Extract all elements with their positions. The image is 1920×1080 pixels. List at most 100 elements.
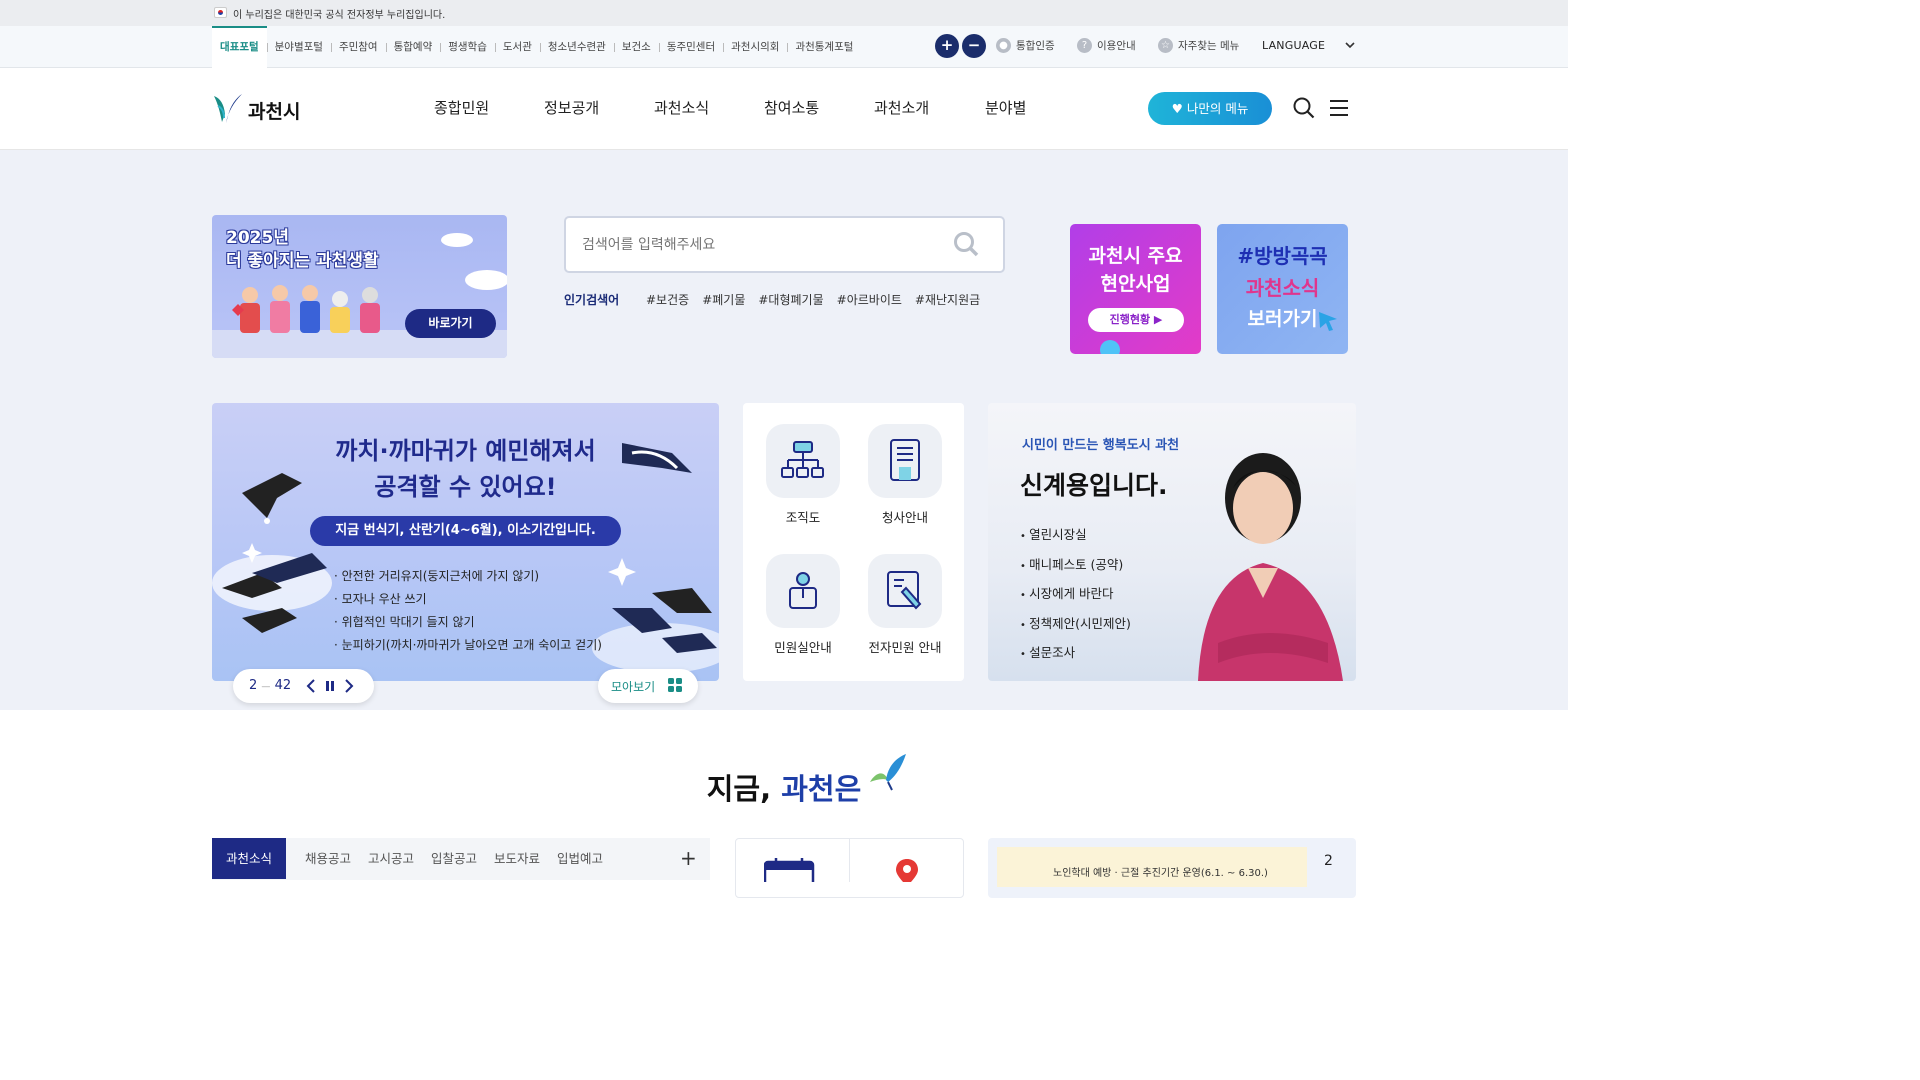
guide-label: 이용안내 — [1097, 40, 1136, 52]
mayor-photo — [1198, 453, 1343, 681]
quick-menu-epetition-label: 전자민원 안내 — [868, 640, 942, 655]
next-slide-icon[interactable] — [344, 678, 354, 694]
popular-tag[interactable]: #폐기물 — [702, 291, 745, 308]
logo-text[interactable]: 과천시 — [248, 97, 300, 124]
mayor-name: 신계용입니다. — [1020, 471, 1168, 500]
location-pin-icon[interactable] — [894, 858, 920, 882]
gnb-information[interactable]: 정보공개 — [544, 97, 599, 118]
question-icon: ? — [1077, 38, 1092, 53]
butterfly-logo-icon — [870, 754, 906, 791]
mayor-link[interactable]: 열린시장실 — [1020, 521, 1131, 551]
auth-label: 통합인증 — [1016, 40, 1055, 52]
tab-notice[interactable]: 고시공고 — [368, 838, 414, 879]
tip-item: 눈피하기(까치·까마귀가 날아오면 고개 숙이고 걷기) — [334, 634, 602, 657]
slide-total: 42 — [274, 678, 292, 693]
main-banner-subtitle: 지금 번식기, 산란기(4~6월), 이소기간입니다. — [310, 516, 621, 546]
portal-link-library[interactable]: 도서관 — [494, 26, 540, 68]
favorite-menu-label: 자주찾는 메뉴 — [1178, 40, 1240, 52]
decorative-circle — [1100, 340, 1120, 354]
portal-link-reservation[interactable]: 통합예약 — [385, 26, 441, 68]
portal-link-field[interactable]: 분야별포털 — [266, 26, 331, 68]
tab-press[interactable]: 보도자료 — [494, 838, 540, 879]
portal-link-health[interactable]: 보건소 — [613, 26, 659, 68]
portal-link-learning[interactable]: 평생학습 — [440, 26, 495, 68]
notice-slide-counter: 2 — [1324, 853, 1333, 869]
civil-service-icon — [766, 554, 840, 628]
favorite-menu-link[interactable]: ☆ 자주찾는 메뉴 — [1158, 38, 1239, 53]
tab-bidding[interactable]: 입찰공고 — [431, 838, 477, 879]
progress-status-button[interactable]: 진행현황 ▶ — [1088, 308, 1184, 332]
korea-flag-icon — [214, 7, 227, 18]
popular-tag[interactable]: #대형폐기물 — [758, 291, 823, 308]
view-all-label: 모아보기 — [611, 680, 656, 694]
popular-search-tags: #보건증 #폐기물 #대형폐기물 #아르바이트 #재난지원금 — [646, 291, 980, 308]
quick-menu-building[interactable] — [868, 424, 942, 498]
popular-tag[interactable]: #재난지원금 — [915, 291, 980, 308]
gnb-participation[interactable]: 참여소통 — [764, 97, 819, 118]
notice-slide-title: 노인학대 예방 · 근절 추진기간 운영(6.1. ~ 6.30.) — [1053, 868, 1268, 879]
org-chart-icon — [766, 424, 840, 498]
promo-title: 2025년 더 좋아지는 과천생활 — [226, 228, 379, 271]
promo-news-line2: 과천소식 — [1245, 276, 1320, 300]
promo-go-button[interactable]: 바로가기 — [405, 309, 496, 338]
main-banner-slide[interactable]: 까치·까마귀가 예민해져서 공격할 수 있어요! 지금 번식기, 산란기(4~6… — [212, 403, 719, 681]
main-banner-title: 까치·까마귀가 예민해져서 공격할 수 있어요! — [335, 437, 596, 501]
mayor-link[interactable]: 시장에게 바란다 — [1020, 580, 1131, 610]
my-menu-button[interactable]: ♥ 나만의 메뉴 — [1148, 92, 1272, 125]
pause-slide-icon[interactable] — [324, 680, 336, 692]
tip-item: 안전한 거리유지(둥지근처에 가지 않기) — [334, 565, 602, 588]
tab-legislation[interactable]: 입법예고 — [557, 838, 603, 879]
e-petition-icon — [868, 554, 942, 628]
mayor-link[interactable]: 정책제안(시민제안) — [1020, 610, 1131, 640]
promo-key-projects-title: 과천시 주요 현안사업 — [1088, 245, 1183, 295]
promo-news-line1: #방방곡곡 — [1237, 244, 1328, 268]
gnb-by-field[interactable]: 분야별 — [985, 97, 1026, 118]
gnb-about[interactable]: 과천소개 — [874, 97, 929, 118]
promo-key-projects[interactable]: 과천시 주요 현안사업 진행현황 ▶ — [1070, 224, 1201, 354]
star-icon: ☆ — [1158, 38, 1173, 53]
zoom-in-button[interactable]: + — [935, 34, 959, 58]
portal-link-youth[interactable]: 청소년수련관 — [539, 26, 614, 68]
mayor-link[interactable]: 설문조사 — [1020, 639, 1131, 669]
prev-slide-icon[interactable] — [306, 678, 316, 694]
mayor-slogan: 시민이 만드는 행복도시 과천 — [1022, 438, 1180, 453]
portal-link-community[interactable]: 동주민센터 — [658, 26, 723, 68]
portal-links: 대표포털 분야별포털 주민참여 통합예약 평생학습 도서관 청소년수련관 보건소… — [212, 26, 861, 68]
promo-news-tour[interactable]: #방방곡곡 과천소식 보러가기 — [1217, 224, 1348, 354]
tab-recruitment[interactable]: 채용공고 — [305, 838, 351, 879]
portal-link-council[interactable]: 과천시의회 — [723, 26, 787, 68]
slide-current: 2 — [249, 678, 258, 693]
more-plus-button[interactable]: + — [680, 846, 697, 870]
search-submit-icon[interactable] — [953, 231, 979, 257]
gov-banner-text: 이 누리집은 대한민국 공식 전자정부 누리집입니다. — [233, 10, 446, 21]
quick-menu-org[interactable] — [766, 424, 840, 498]
quick-menu-civil[interactable] — [766, 554, 840, 628]
guide-link[interactable]: ? 이용안내 — [1077, 38, 1136, 53]
hamburger-menu-icon[interactable] — [1330, 99, 1348, 117]
zoom-out-button[interactable]: − — [962, 34, 986, 58]
gnb-civil-service[interactable]: 종합민원 — [434, 97, 489, 118]
gwacheon-logo-icon[interactable] — [212, 92, 244, 124]
mayor-link[interactable]: 매니페스토 (공약) — [1020, 551, 1131, 581]
language-select[interactable]: LANGUAGE — [1262, 39, 1325, 52]
promo-banner-2025[interactable]: 2025년 더 좋아지는 과천생활 바로가기 — [212, 215, 507, 358]
person-icon: ● — [996, 38, 1011, 53]
quick-menu-epetition[interactable] — [868, 554, 942, 628]
portal-link-main[interactable]: 대표포털 — [212, 26, 267, 68]
portal-link-participation[interactable]: 주민참여 — [330, 26, 386, 68]
popular-tag[interactable]: #아르바이트 — [837, 291, 902, 308]
chevron-down-icon[interactable] — [1345, 41, 1355, 49]
popular-search-label: 인기검색어 — [564, 293, 620, 307]
gnb-news[interactable]: 과천소식 — [654, 97, 709, 118]
search-icon[interactable] — [1293, 97, 1315, 119]
tip-item: 모자나 우산 쓰기 — [334, 588, 602, 611]
tab-news[interactable]: 과천소식 — [212, 838, 287, 879]
search-input[interactable] — [566, 218, 946, 271]
grid-icon — [668, 678, 682, 692]
slide-counter: 2 — 42 — [249, 678, 291, 693]
popular-tag[interactable]: #보건증 — [646, 291, 689, 308]
auth-link[interactable]: ● 통합인증 — [996, 38, 1055, 53]
portal-link-statistics[interactable]: 과천통계포털 — [787, 26, 861, 68]
calendar-icon[interactable] — [764, 858, 816, 882]
shortcut-divider — [849, 838, 850, 882]
